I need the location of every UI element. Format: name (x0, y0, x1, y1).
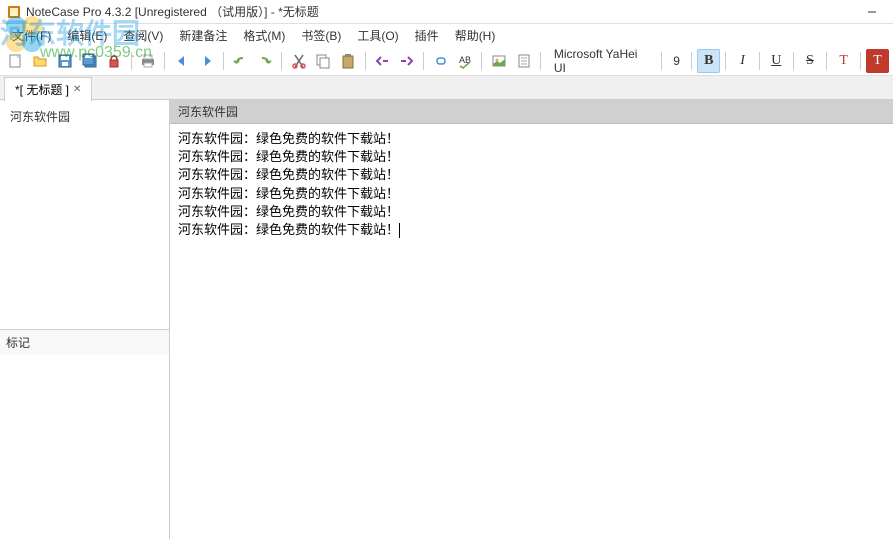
separator (223, 52, 224, 70)
menu-help[interactable]: 帮助(H) (447, 25, 504, 46)
separator (481, 52, 482, 70)
menu-edit[interactable]: 编辑(E) (59, 25, 115, 46)
save-all-button[interactable] (78, 49, 101, 73)
textcolor-button[interactable]: T (832, 49, 855, 73)
menu-plugins[interactable]: 插件 (407, 25, 447, 46)
separator (725, 52, 726, 70)
undo-button[interactable] (229, 49, 252, 73)
text-cursor (399, 223, 400, 238)
tree-item[interactable]: 河东软件园 (6, 106, 163, 127)
menubar: 文件(F) 编辑(E) 查阅(V) 新建备注 格式(M) 书签(B) 工具(O)… (0, 24, 893, 46)
menu-file[interactable]: 文件(F) (4, 25, 59, 46)
new-doc-button[interactable] (4, 49, 27, 73)
forward-button[interactable] (195, 49, 218, 73)
note-line: 河东软件园：绿色免费的软件下载站！ (178, 130, 885, 148)
document-tab[interactable]: *[ 无标题 ] ✕ (4, 77, 92, 101)
separator (423, 52, 424, 70)
tags-header: 标记 (0, 330, 169, 355)
open-button[interactable] (29, 49, 52, 73)
note-title: 河东软件园 (170, 100, 893, 124)
separator (793, 52, 794, 70)
cut-button[interactable] (287, 49, 310, 73)
tags-panel: 标记 (0, 329, 169, 539)
strike-button[interactable]: S (799, 49, 822, 73)
toolbar: AB Microsoft YaHei UI 9 B I U S T T (0, 46, 893, 76)
outdent-button[interactable] (371, 49, 394, 73)
font-size-selector[interactable]: 9 (667, 52, 687, 70)
spellcheck-button[interactable]: AB (454, 49, 477, 73)
copy-button[interactable] (312, 49, 335, 73)
font-name-selector[interactable]: Microsoft YaHei UI (546, 45, 656, 77)
separator (131, 52, 132, 70)
tab-close-button[interactable]: ✕ (73, 84, 81, 95)
menu-newnote[interactable]: 新建备注 (171, 25, 235, 46)
app-icon (6, 4, 22, 20)
window-title: NoteCase Pro 4.3.2 [Unregistered （试用版）] … (26, 3, 857, 20)
separator (759, 52, 760, 70)
underline-button[interactable]: U (765, 49, 788, 73)
note-line: 河东软件园：绿色免费的软件下载站！ (178, 185, 885, 203)
paste-button[interactable] (337, 49, 360, 73)
menu-format[interactable]: 格式(M) (235, 25, 293, 46)
main-panel: 河东软件园 河东软件园：绿色免费的软件下载站！ 河东软件园：绿色免费的软件下载站… (170, 100, 893, 539)
lock-button[interactable] (103, 49, 126, 73)
highlight-button[interactable]: T (866, 49, 889, 73)
note-line: 河东软件园：绿色免费的软件下载站！ (178, 148, 885, 166)
titlebar: NoteCase Pro 4.3.2 [Unregistered （试用版）] … (0, 0, 893, 24)
note-line-last: 河东软件园：绿色免费的软件下载站！ (178, 221, 885, 239)
save-button[interactable] (54, 49, 77, 73)
separator (691, 52, 692, 70)
separator (540, 52, 541, 70)
sidebar: 河东软件园 标记 (0, 100, 170, 539)
note-editor[interactable]: 河东软件园：绿色免费的软件下载站！ 河东软件园：绿色免费的软件下载站！ 河东软件… (170, 124, 893, 539)
note-line: 河东软件园：绿色免费的软件下载站！ (178, 203, 885, 221)
redo-button[interactable] (254, 49, 277, 73)
note-line: 河东软件园：绿色免费的软件下载站！ (178, 166, 885, 184)
separator (281, 52, 282, 70)
tree-panel[interactable]: 河东软件园 (0, 100, 169, 329)
tab-label: *[ 无标题 ] (15, 81, 69, 98)
separator (661, 52, 662, 70)
separator (826, 52, 827, 70)
back-button[interactable] (170, 49, 193, 73)
separator (164, 52, 165, 70)
separator (860, 52, 861, 70)
content-area: 河东软件园 标记 河东软件园 河东软件园：绿色免费的软件下载站！ 河东软件园：绿… (0, 100, 893, 539)
menu-bookmark[interactable]: 书签(B) (293, 25, 349, 46)
italic-button[interactable]: I (731, 49, 754, 73)
tabbar: *[ 无标题 ] ✕ (0, 76, 893, 100)
link-button[interactable] (429, 49, 452, 73)
bold-button[interactable]: B (697, 49, 720, 73)
attach-button[interactable] (512, 49, 535, 73)
separator (365, 52, 366, 70)
minimize-button[interactable] (857, 2, 887, 22)
print-button[interactable] (137, 49, 160, 73)
menu-view[interactable]: 查阅(V) (115, 25, 171, 46)
indent-button[interactable] (395, 49, 418, 73)
menu-tools[interactable]: 工具(O) (349, 25, 406, 46)
image-button[interactable] (487, 49, 510, 73)
